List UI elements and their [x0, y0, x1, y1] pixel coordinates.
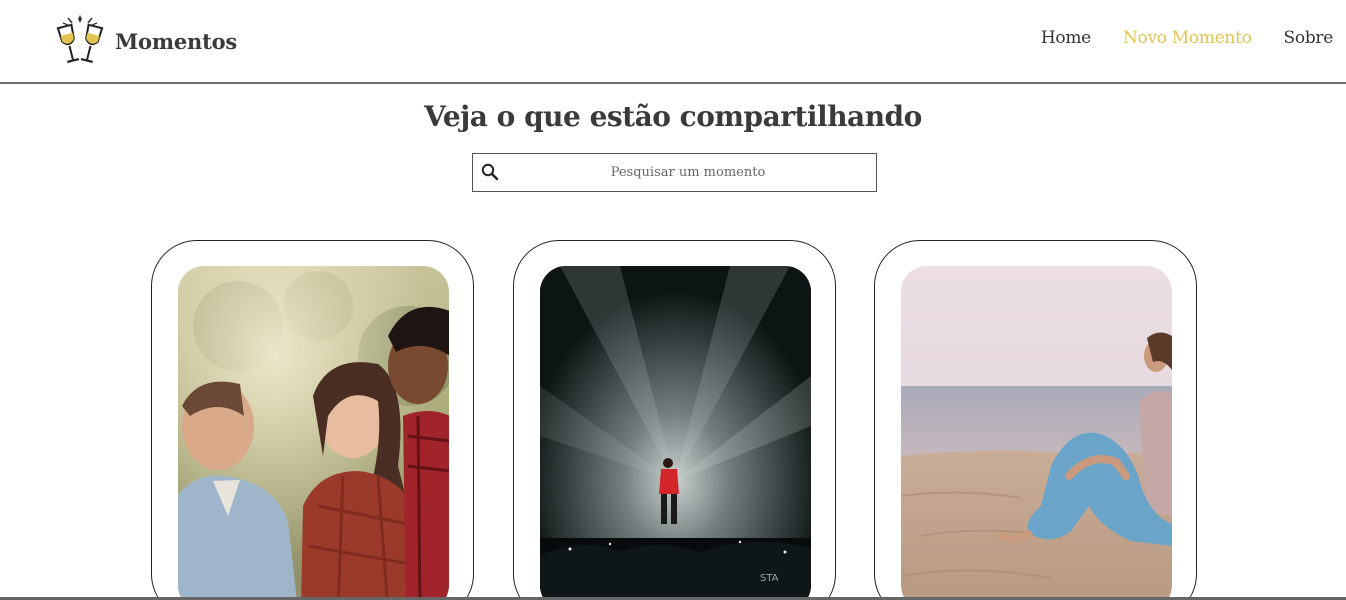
search-icon	[481, 163, 499, 181]
friends-laughing-outdoors-photo[interactable]	[178, 266, 449, 600]
top-navbar: Momentos Home Novo Momento Sobre	[0, 0, 1346, 84]
nav-link-home[interactable]: Home	[1041, 28, 1091, 48]
search-box	[472, 153, 877, 192]
nav-links: Home Novo Momento Sobre	[1041, 28, 1333, 48]
svg-text:STA: STA	[760, 573, 779, 584]
moment-card[interactable]	[151, 240, 474, 600]
search-input[interactable]	[503, 154, 873, 191]
champagne-toast-icon	[56, 15, 104, 64]
moment-card[interactable]: STA	[513, 240, 836, 600]
concert-performer-spotlight-photo[interactable]: STA	[540, 266, 811, 600]
moment-card[interactable]	[874, 240, 1197, 600]
woman-sitting-on-beach-photo[interactable]	[901, 266, 1172, 600]
brand-name: Momentos	[115, 28, 238, 54]
nav-link-novo-momento[interactable]: Novo Momento	[1123, 28, 1252, 48]
page-title: Veja o que estão compartilhando	[424, 100, 922, 133]
brand-link[interactable]: Momentos	[54, 14, 237, 68]
nav-link-sobre[interactable]: Sobre	[1284, 28, 1334, 48]
